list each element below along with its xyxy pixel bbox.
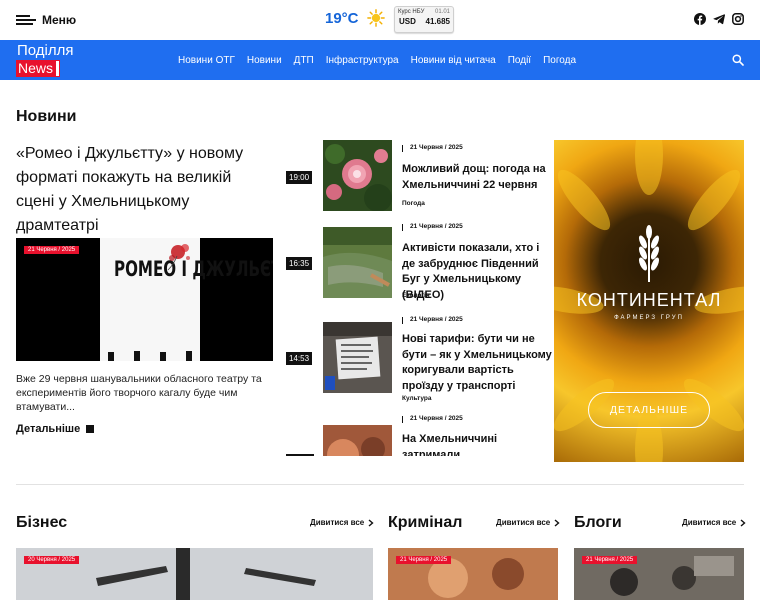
ad-subtitle: ФАРМЕРЗ ГРУП [614, 315, 684, 321]
main-navigation: Поділля News Новини ОТГ Новини ДТП Інфра… [0, 40, 760, 80]
weather-widget[interactable]: 19°C [325, 9, 385, 27]
theatre-poster: РОМЕО І ДЖУЛЬЄТТА [100, 238, 273, 361]
nav-item-news[interactable]: Новини [241, 55, 288, 66]
menu-label: Меню [42, 13, 77, 27]
news-time: 14:53 [286, 352, 313, 365]
logo-bottom-text: News [15, 60, 61, 77]
nav-items: Новини ОТГ Новини ДТП Інфраструктура Нов… [172, 40, 582, 80]
news-timeline: 19:00 21 Червня / 2025 Можливий дощ: пог… [286, 140, 554, 456]
exchange-rate-title: Курс НБУ [398, 9, 425, 15]
logo-top-text: Поділля [17, 42, 74, 59]
news-time: 16:35 [286, 257, 313, 270]
nav-item-events[interactable]: Події [502, 55, 537, 66]
news-date: 21 Червня / 2025 [402, 316, 463, 324]
chevron-right-icon [368, 518, 374, 527]
sun-icon [366, 9, 385, 27]
temperature: 19°C [325, 9, 359, 27]
news-time: 19:00 [286, 171, 313, 184]
see-all-blogs[interactable]: Дивитися все [682, 518, 746, 527]
main-article-date: 21 Червня / 2025 [24, 246, 80, 254]
section-divider [16, 484, 744, 485]
news-date: 21 Червня / 2025 [402, 144, 463, 152]
ad-brand: КОНТИНЕНТАЛ [576, 290, 722, 310]
instagram-icon[interactable] [732, 13, 744, 25]
news-thumbnail [323, 227, 392, 298]
top-bar: Меню 19°C Курс НБУ 01.01 USD 41.685 [0, 0, 760, 40]
ad-details-button[interactable]: ДЕТАЛЬНІШЕ [588, 392, 710, 428]
telegram-icon[interactable] [713, 13, 725, 25]
nav-item-otg[interactable]: Новини ОТГ [172, 55, 241, 66]
exchange-rate-value: 41.685 [425, 17, 450, 26]
read-more-label: Детальніше [16, 423, 81, 435]
nav-item-weather[interactable]: Погода [537, 55, 582, 66]
section-title-blogs[interactable]: Блоги [574, 514, 622, 532]
nav-item-reader-news[interactable]: Новини від читача [405, 55, 502, 66]
news-category[interactable]: Погода [402, 200, 425, 207]
see-all-business[interactable]: Дивитися все [310, 518, 374, 527]
square-icon [86, 425, 95, 433]
news-title: Можливий дощ: погода на Хмельниччині 22 … [402, 163, 546, 191]
social-links [694, 13, 744, 25]
see-all-label: Дивитися все [310, 518, 365, 527]
news-date: 21 Червня / 2025 [402, 415, 463, 423]
section-title-crime[interactable]: Кримінал [388, 514, 462, 532]
poster-figures [108, 351, 192, 361]
news-thumbnail [323, 322, 392, 393]
news-category[interactable]: Культура [402, 395, 432, 402]
main-article-title[interactable]: «Ромео і Джульєтту» у новому форматі пок… [16, 142, 261, 238]
menu-button[interactable]: Меню [16, 13, 76, 27]
business-article-image[interactable]: 20 Червня / 2025 [16, 548, 373, 600]
news-thumbnail [323, 140, 392, 211]
see-all-label: Дивитися все [682, 518, 737, 527]
nav-item-dtp[interactable]: ДТП [288, 55, 320, 66]
nav-item-infrastructure[interactable]: Інфраструктура [320, 55, 405, 66]
chevron-right-icon [740, 518, 746, 527]
exchange-rate-widget: Курс НБУ 01.01 USD 41.685 [394, 6, 454, 33]
news-title: На Хмельниччині затримали військовослужб… [402, 433, 498, 456]
news-section-title: Новини [16, 108, 77, 125]
read-more-link[interactable]: Детальніше [16, 423, 95, 435]
section-title-business[interactable]: Бізнес [16, 514, 67, 532]
news-date: 21 Червня / 2025 [402, 223, 463, 231]
search-icon[interactable] [732, 54, 744, 66]
site-logo[interactable]: Поділля News [15, 42, 82, 79]
see-all-label: Дивитися все [496, 518, 551, 527]
exchange-rate-date: 01.01 [434, 9, 450, 15]
advertisement-banner[interactable]: КОНТИНЕНТАЛ ФАРМЕРЗ ГРУП ДЕТАЛЬНІШЕ [554, 140, 744, 462]
blogs-article-image[interactable]: 21 Червня / 2025 [574, 548, 744, 600]
blogs-article-date: 21 Червня / 2025 [582, 556, 638, 564]
crime-article-date: 21 Червня / 2025 [396, 556, 452, 564]
wheat-icon [638, 225, 660, 282]
crime-article-image[interactable]: 21 Червня / 2025 [388, 548, 558, 600]
business-article-date: 20 Червня / 2025 [24, 556, 80, 564]
facebook-icon[interactable] [694, 13, 706, 25]
chevron-right-icon [554, 518, 560, 527]
news-title: Нові тарифи: бути чи не бути – як у Хмел… [402, 333, 552, 392]
main-article-lead: Вже 29 червня шанувальники обласного теа… [16, 373, 262, 413]
main-article-image[interactable]: РОМЕО І ДЖУЛЬЄТТА 21 Червня / 2025 [16, 238, 273, 361]
rose-illustration [167, 244, 190, 271]
exchange-rate-currency: USD [399, 17, 416, 26]
see-all-crime[interactable]: Дивитися все [496, 518, 560, 527]
hamburger-icon [16, 15, 36, 25]
news-thumbnail [323, 425, 392, 456]
news-time-marker [286, 454, 314, 456]
news-category[interactable]: Екологія [402, 292, 430, 299]
